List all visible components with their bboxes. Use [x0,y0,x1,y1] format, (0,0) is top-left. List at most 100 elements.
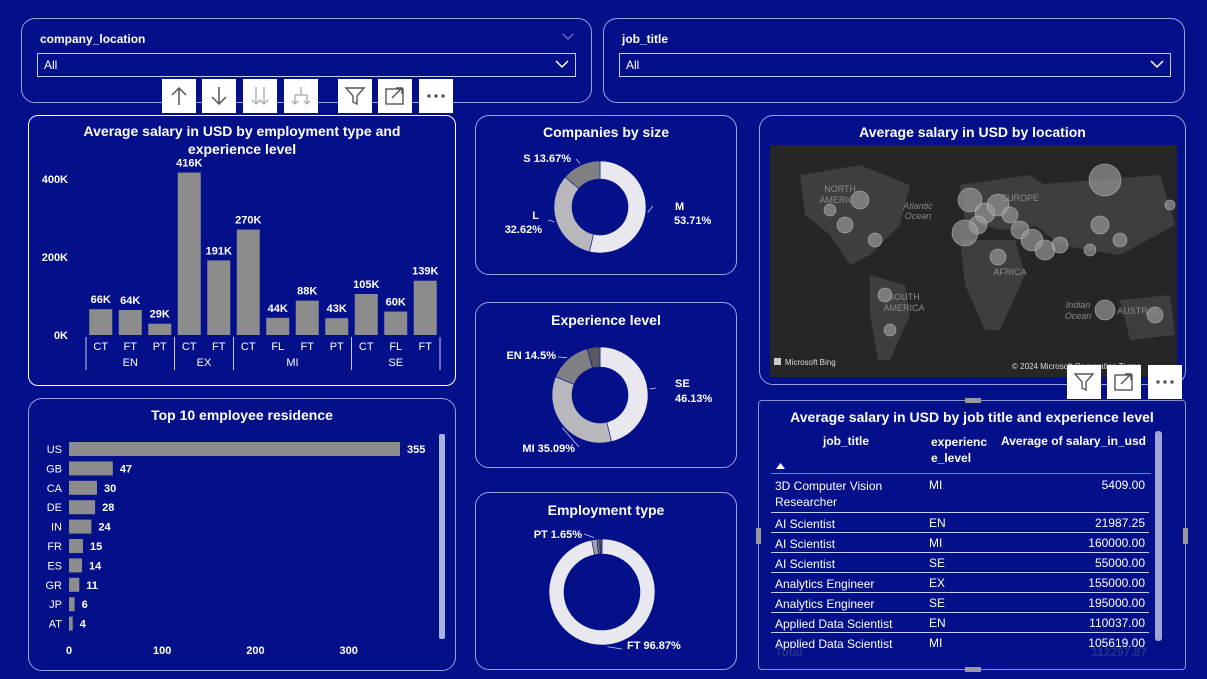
resize-handle[interactable] [1183,528,1188,544]
focus-mode-button[interactable] [1107,365,1141,399]
bar-data-label: 14 [89,560,102,572]
table-row[interactable]: 3D Computer Vision Researcher MI 5409.00 [771,475,1149,512]
resize-handle[interactable] [965,398,981,403]
bar-in[interactable] [69,519,92,534]
bar-data-label: 88K [297,286,317,298]
header-job-title[interactable]: job_title [823,434,869,448]
map-label-indian: Indian [1066,300,1091,310]
table-row[interactable]: Applied Data Scientist EN 110037.00 [771,612,1149,632]
slice-label: MI 35.09% [522,443,575,455]
salary-by-type-panel[interactable]: Average salary in USD by employment type… [28,115,456,386]
bar-en-ct[interactable] [89,309,113,335]
bar-fr[interactable] [69,539,83,553]
expand-next-level-button[interactable] [284,79,318,113]
slice-en[interactable] [555,348,593,385]
table-row[interactable]: Analytics Engineer EX 155000.00 [771,572,1149,592]
bar-data-label: 270K [235,215,261,227]
y-category-label: ES [47,560,62,572]
resize-handle[interactable] [756,528,761,544]
bar-ca[interactable] [69,480,97,495]
sort-ascending-icon [171,86,187,105]
y-category-label: DE [47,502,62,514]
bar-gb[interactable] [69,461,113,476]
bing-attribution: Microsoft Bing [785,358,836,367]
table-row[interactable]: AI Scientist MI 160000.00 [771,532,1149,552]
table-row[interactable]: Analytics Engineer SE 195000.00 [771,592,1149,612]
table-row[interactable]: AI Scientist SE 55000.00 [771,552,1149,572]
job-title-label: job_title [622,32,669,46]
x-tick-label: CT [241,341,256,353]
x-tick-label: FL [389,341,402,353]
bar-mi-ct[interactable] [236,229,260,335]
bar-se-fl[interactable] [384,311,408,335]
company-location-dropdown[interactable]: All [37,53,576,77]
cell-job-title: AI Scientist [775,537,836,551]
resize-handle[interactable] [965,667,981,672]
bar-ex-ct[interactable] [177,172,201,335]
company-location-value: All [44,58,58,72]
chart-scrollbar[interactable] [439,434,445,639]
bar-data-label: 139K [412,266,438,278]
bar-mi-pt[interactable] [325,318,349,335]
leader-line [557,356,567,358]
employee-residence-panel[interactable]: Top 10 employee residence US 355 GB 47 CA 30 D… [28,398,456,671]
bar-mi-fl[interactable] [266,317,290,335]
cell-average-salary: 195000.00 [1088,596,1145,610]
y-category-label: JP [49,599,62,611]
salary-by-location-panel[interactable]: Average salary in USD by location NORTH A… [759,115,1186,385]
companies-by-size-panel[interactable]: Companies by size M 53.71% L 32.62% S 13.67% [475,115,737,275]
bar-mi-ft[interactable] [295,300,319,335]
world-map[interactable]: NORTHAMERICASOUTHAMERICAAFRICAEUROPEAtla… [770,145,1177,377]
slice-fl[interactable] [599,538,603,555]
header-experience-level[interactable]: experienc e_level [931,434,987,466]
table-row[interactable]: AI Scientist EN 21987.25 [771,512,1149,532]
bar-en-pt[interactable] [148,323,172,335]
header-average-salary[interactable]: Average of salary_in_usd [1001,434,1146,448]
slice-label: FT 96.87% [627,640,681,652]
slice-l[interactable] [553,176,594,253]
bar-data-label: 60K [386,297,406,309]
bar-data-label: 24 [98,522,111,534]
bar-data-label: 44K [268,303,288,315]
chevron-down-icon[interactable] [562,33,574,41]
y-category-label: FR [47,541,62,553]
cell-job-title: AI Scientist [775,517,836,531]
job-title-dropdown[interactable]: All [619,53,1171,77]
bar-de[interactable] [69,500,96,515]
more-options-button[interactable] [419,79,453,113]
map-label-atlantic: Atlantic [902,201,933,211]
bar-data-label: 355 [407,444,425,456]
cell-experience-level: MI [929,478,943,492]
total-label: Total [775,645,803,659]
expand-all-down-button[interactable] [243,79,277,113]
bar-ex-ft[interactable] [207,260,231,335]
sort-descending-button[interactable] [202,79,236,113]
job-title-table-panel[interactable]: Average salary in USD by job title and e… [756,398,1188,672]
bar-at[interactable] [69,616,73,631]
experience-level-panel[interactable]: Experience level SE 46.13% MI 35.09% EN 14.… [475,302,737,468]
bar-jp[interactable] [69,597,75,612]
filter-button[interactable] [1067,365,1101,399]
more-options-button[interactable] [1148,365,1182,399]
bar-gr[interactable] [69,577,80,592]
bar-en-ft[interactable] [118,310,142,335]
bar-es[interactable] [69,558,83,573]
experience-donut-chart: SE 46.13% MI 35.09% EN 14.5% [506,346,713,455]
y-category-label: IN [51,522,62,534]
company-location-label: company_location [40,32,146,46]
bar-se-ct[interactable] [354,294,378,335]
bar-se-ft[interactable] [413,280,437,335]
employment-type-panel[interactable]: Employment type FT 96.87% PT 1.65% [475,492,737,670]
leader-line [583,533,595,538]
sort-ascending-icon[interactable] [776,463,785,469]
salary-table: job_title experienc e_level Average of s… [771,431,1166,666]
filter-button[interactable] [338,79,372,113]
slice-mi[interactable] [551,376,612,444]
focus-mode-button[interactable] [378,79,412,113]
sort-ascending-button[interactable] [162,79,196,113]
bar-us[interactable] [69,442,400,456]
map-label-north-america: AMERICA [819,195,860,205]
table-scrollbar[interactable] [1155,431,1162,641]
cell-average-salary: 160000.00 [1088,536,1145,550]
slice-ft[interactable] [548,538,656,646]
